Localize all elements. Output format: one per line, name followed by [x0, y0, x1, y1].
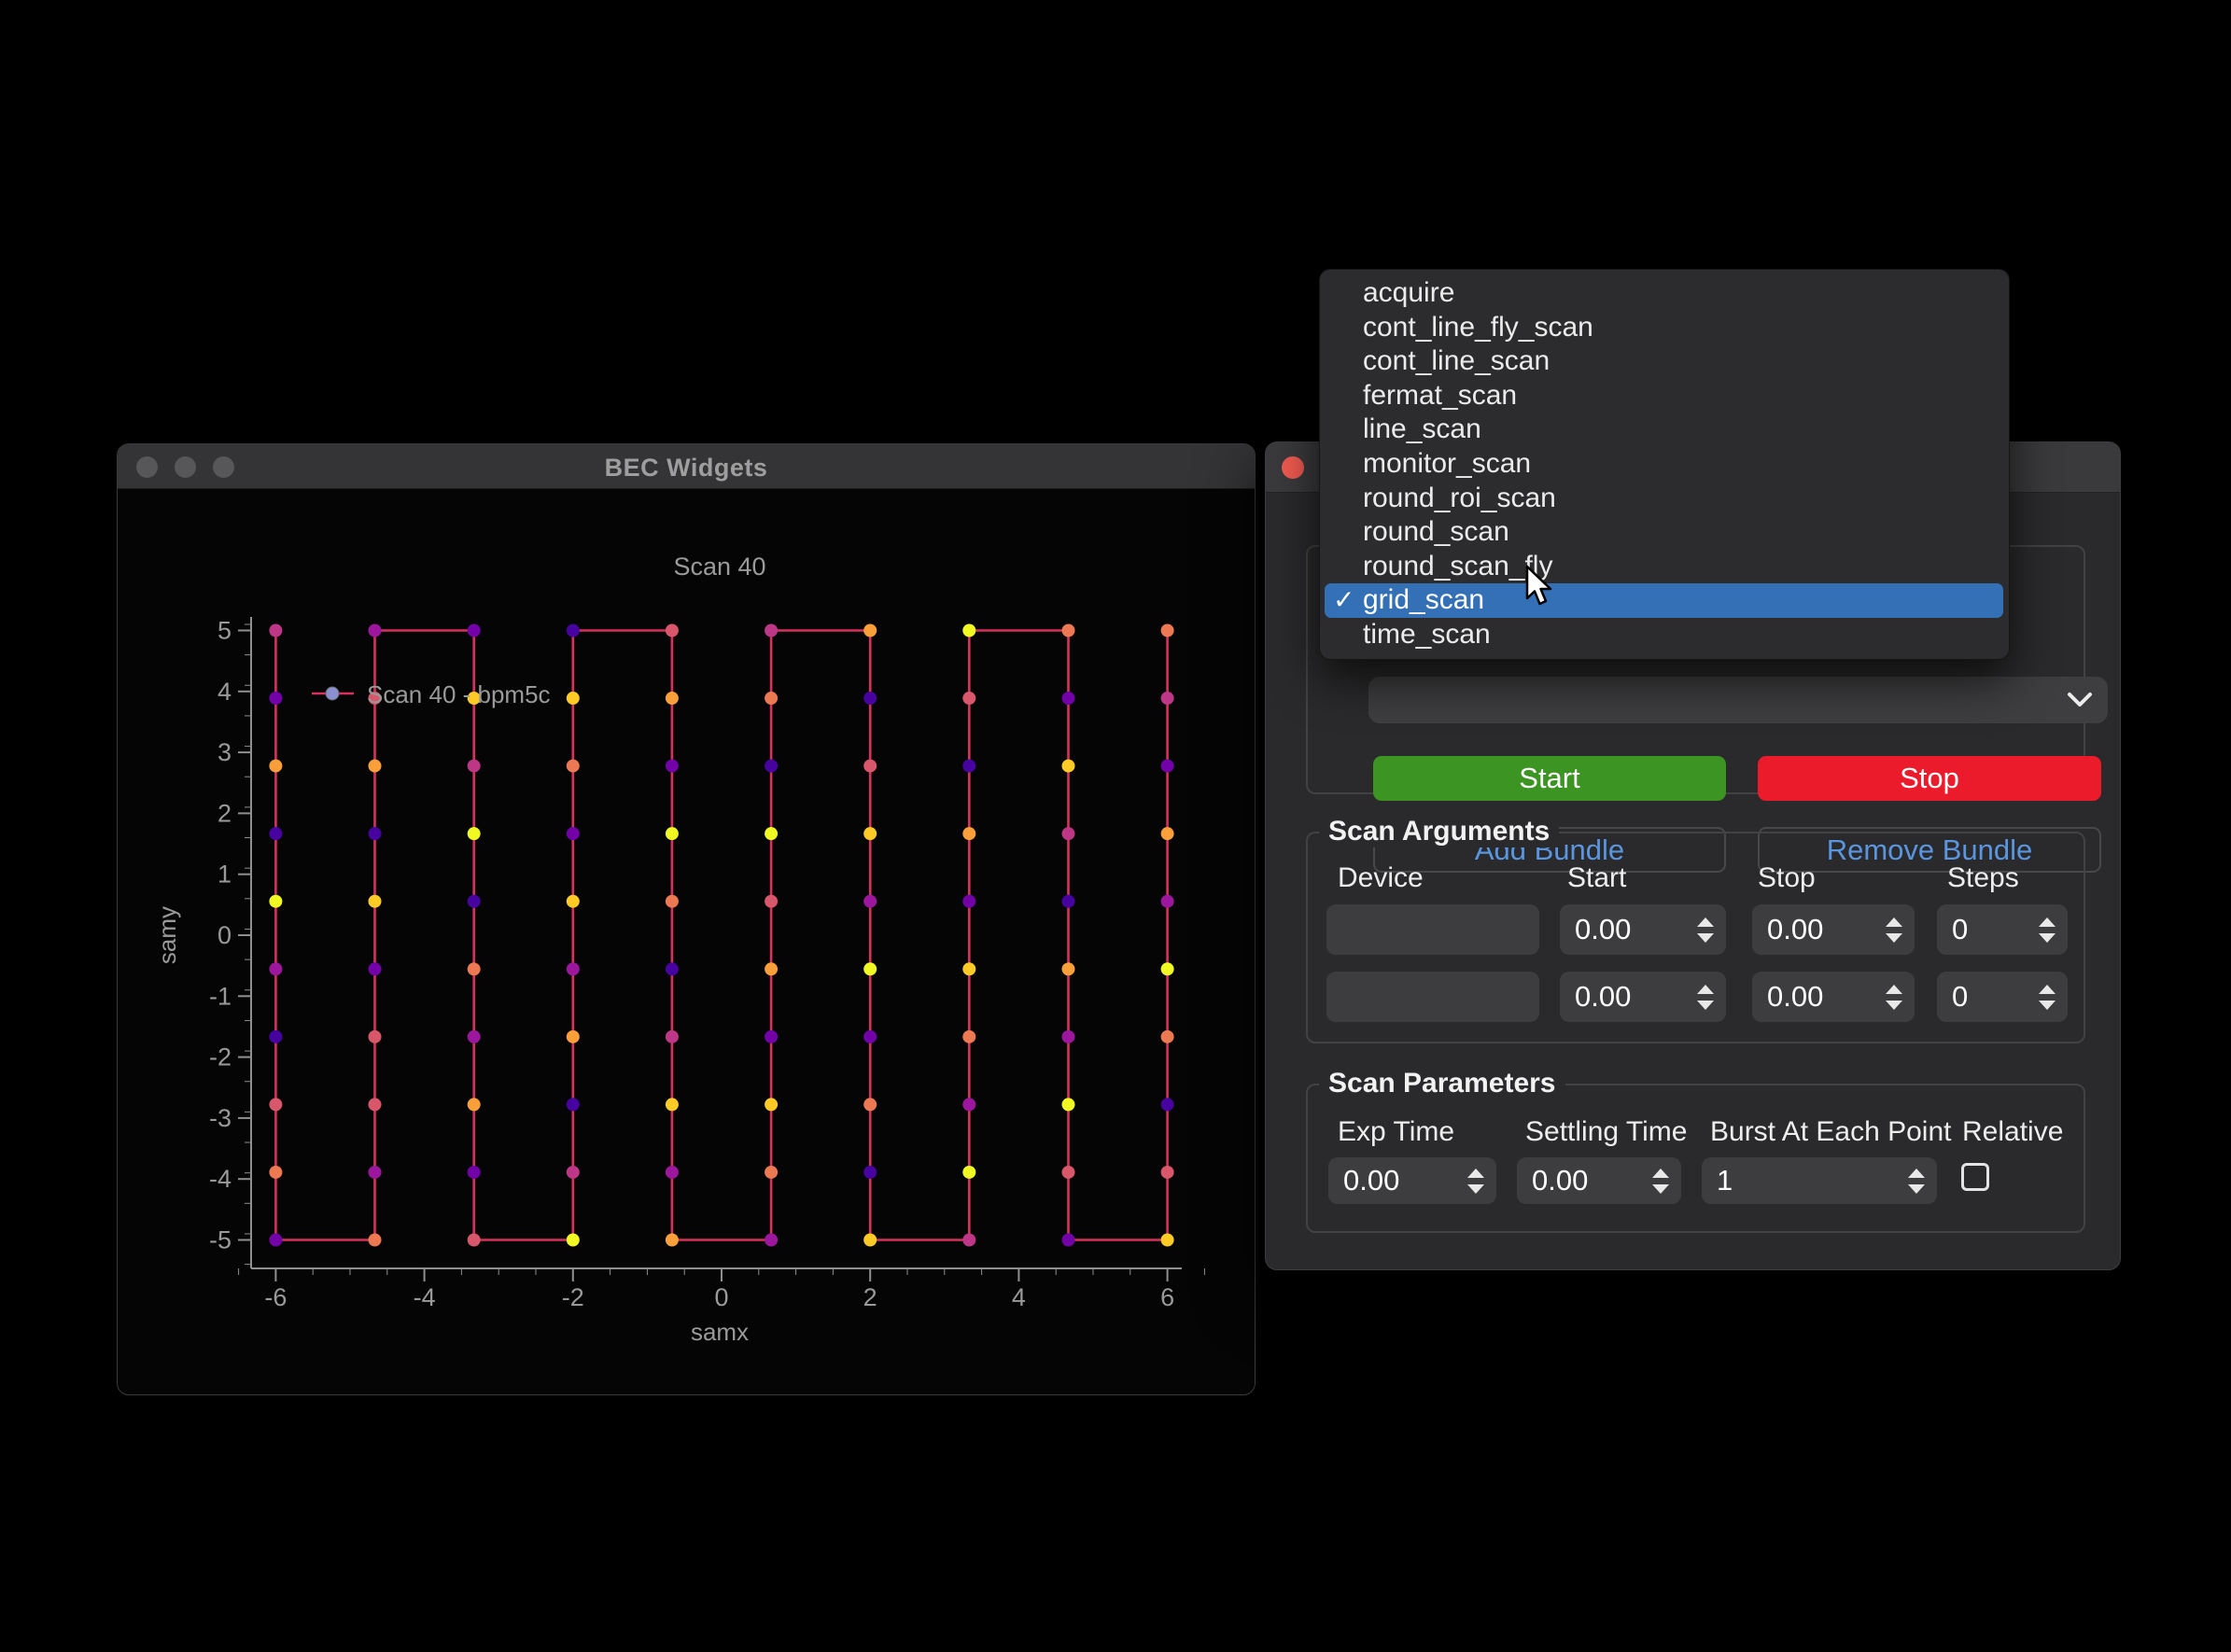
menu-item-time_scan[interactable]: time_scan: [1320, 618, 2009, 652]
steps-spinbox-row1[interactable]: 0: [1937, 904, 2068, 955]
device-input-row1[interactable]: [1326, 904, 1539, 955]
svg-text:4: 4: [1012, 1283, 1026, 1311]
exp-time-spinbox[interactable]: 0.00: [1328, 1157, 1496, 1204]
svg-text:-4: -4: [209, 1165, 232, 1193]
mouse-cursor: [1524, 565, 1562, 611]
menu-item-monitor_scan[interactable]: monitor_scan: [1320, 447, 2009, 482]
menu-item-round_scan[interactable]: round_scan: [1320, 515, 2009, 550]
spin-up-icon[interactable]: [1886, 917, 1902, 927]
scan-type-combobox[interactable]: [1368, 677, 2108, 723]
svg-text:5: 5: [217, 617, 232, 645]
svg-text:samy: samy: [153, 906, 181, 964]
svg-text:samx: samx: [691, 1318, 749, 1346]
settling-time-spinbox[interactable]: 0.00: [1517, 1157, 1681, 1204]
svg-text:6: 6: [1160, 1283, 1174, 1311]
spin-up-icon[interactable]: [1886, 985, 1902, 994]
spin-up-icon[interactable]: [2039, 985, 2056, 994]
scan-plot-canvas[interactable]: 5 4 3 2 1 0 -1 -2 -3 -4 -5 -6 -4 -2 0 2 4 6 samx samy Scan 4…: [118, 489, 1256, 1396]
spin-down-icon[interactable]: [2039, 1001, 2056, 1010]
stop-button[interactable]: Stop: [1758, 756, 2101, 801]
svg-text:-2: -2: [209, 1043, 232, 1071]
svg-text:-1: -1: [209, 982, 232, 1010]
menu-item-round_roi_scan[interactable]: round_roi_scan: [1320, 482, 2009, 516]
stop-spinbox-row1[interactable]: 0.00: [1752, 904, 1915, 955]
close-icon[interactable]: [1282, 456, 1304, 479]
spin-down-icon[interactable]: [2039, 933, 2056, 943]
start-header: Start: [1567, 862, 1626, 894]
scan-arguments-title: Scan Arguments: [1319, 816, 1559, 847]
spin-down-icon[interactable]: [1467, 1184, 1484, 1194]
svg-text:Scan 40 - bpm5c: Scan 40 - bpm5c: [367, 680, 551, 708]
menu-item-cont_line_scan[interactable]: cont_line_scan: [1320, 344, 2009, 379]
checkmark-icon: ✓: [1333, 583, 1354, 618]
menu-item-grid_scan[interactable]: ✓grid_scan: [1325, 583, 2003, 618]
menu-item-line_scan[interactable]: line_scan: [1320, 413, 2009, 447]
spin-up-icon[interactable]: [1908, 1169, 1925, 1178]
plot-window: BEC Widgets 5 4 3 2 1 0 -1 -2 -3 -4 -5 -6 -4 -2 0 2 4 6 sa…: [117, 443, 1256, 1395]
spin-up-icon[interactable]: [1652, 1169, 1669, 1178]
exp-time-label: Exp Time: [1338, 1116, 1454, 1148]
svg-text:-2: -2: [562, 1283, 584, 1311]
spin-down-icon[interactable]: [1886, 933, 1902, 943]
menu-item-acquire[interactable]: acquire: [1320, 276, 2009, 311]
relative-checkbox[interactable]: [1961, 1163, 1989, 1191]
stop-spinbox-row2[interactable]: 0.00: [1752, 972, 1915, 1022]
relative-label: Relative: [1962, 1116, 2063, 1148]
burst-label: Burst At Each Point: [1710, 1116, 1951, 1148]
svg-text:0: 0: [714, 1283, 728, 1311]
settling-time-label: Settling Time: [1525, 1116, 1687, 1148]
stop-header: Stop: [1758, 862, 1816, 894]
svg-text:Scan 40: Scan 40: [673, 553, 765, 581]
menu-item-round_scan_fly[interactable]: round_scan_fly: [1320, 550, 2009, 584]
menu-item-fermat_scan[interactable]: fermat_scan: [1320, 379, 2009, 413]
plot-window-title: BEC Widgets: [118, 454, 1255, 483]
spin-down-icon[interactable]: [1697, 1001, 1714, 1010]
svg-text:2: 2: [217, 799, 232, 827]
spin-down-icon[interactable]: [1697, 933, 1714, 943]
device-header: Device: [1338, 862, 1424, 894]
spin-up-icon[interactable]: [1467, 1169, 1484, 1178]
steps-header: Steps: [1947, 862, 2019, 894]
start-spinbox-row2[interactable]: 0.00: [1560, 972, 1726, 1022]
spin-down-icon[interactable]: [1886, 1001, 1902, 1010]
svg-text:3: 3: [217, 738, 232, 766]
spin-down-icon[interactable]: [1908, 1184, 1925, 1194]
svg-text:-3: -3: [209, 1104, 232, 1132]
plot-window-titlebar[interactable]: BEC Widgets: [118, 444, 1255, 489]
scan-type-dropdown-menu: acquirecont_line_fly_scancont_line_scanf…: [1319, 269, 2010, 660]
spin-up-icon[interactable]: [1697, 985, 1714, 994]
scan-parameters-title: Scan Parameters: [1319, 1068, 1565, 1099]
steps-spinbox-row2[interactable]: 0: [1937, 972, 2068, 1022]
svg-text:0: 0: [217, 921, 232, 949]
start-spinbox-row1[interactable]: 0.00: [1560, 904, 1726, 955]
chevron-down-icon[interactable]: [2057, 677, 2102, 723]
svg-text:1: 1: [217, 861, 232, 889]
spin-down-icon[interactable]: [1652, 1184, 1669, 1194]
svg-text:-5: -5: [209, 1226, 232, 1254]
burst-spinbox[interactable]: 1: [1702, 1157, 1937, 1204]
spin-up-icon[interactable]: [2039, 917, 2056, 927]
spin-up-icon[interactable]: [1697, 917, 1714, 927]
svg-text:4: 4: [217, 678, 232, 706]
svg-text:2: 2: [863, 1283, 877, 1311]
menu-item-cont_line_fly_scan[interactable]: cont_line_fly_scan: [1320, 311, 2009, 345]
device-input-row2[interactable]: [1326, 972, 1539, 1022]
svg-text:-4: -4: [414, 1283, 436, 1311]
svg-text:-6: -6: [264, 1283, 287, 1311]
start-button[interactable]: Start: [1373, 756, 1726, 801]
